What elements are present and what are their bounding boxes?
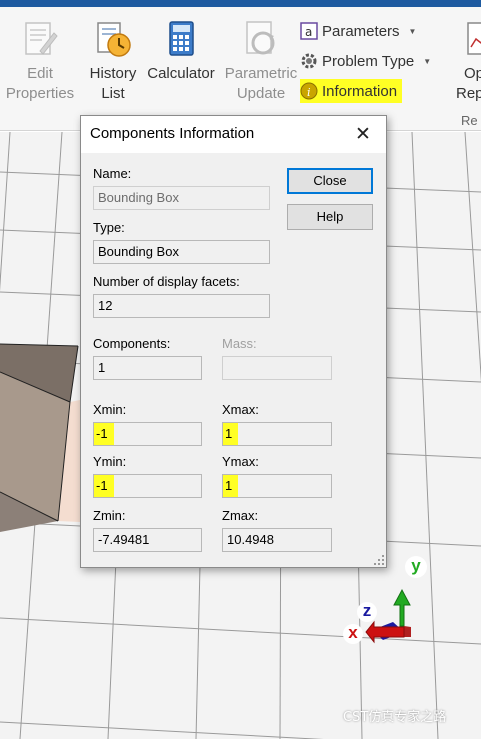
help-button[interactable]: Help [287,204,373,230]
zmin-label: Zmin: [93,508,126,523]
svg-text:i: i [307,86,311,99]
ymin-field: -1 [93,474,202,498]
dialog-title: Components Information [90,125,255,142]
information-label: Information [322,82,398,100]
edit-properties-button[interactable]: Edit Properties [4,19,76,104]
components-field: 1 [93,356,202,380]
ymax-label: Ymax: [222,454,259,469]
axis-x-label: x [343,624,363,644]
components-information-dialog: Components Information ✕ Close Help Name… [80,115,387,568]
xmin-label: Xmin: [93,402,127,417]
parametric-update-label: Parametric Update [224,65,298,102]
type-label: Type: [93,220,125,235]
name-label: Name: [93,166,132,181]
axis-z-label: z [357,602,377,622]
edit-properties-icon [20,19,60,59]
ymin-value: -1 [94,475,114,497]
parameters-icon: a [300,22,318,40]
history-list-icon [93,19,133,59]
parametric-update-button[interactable]: Parametric Update [224,19,298,104]
information-button[interactable]: i Information [300,79,403,103]
svg-text:a: a [305,25,312,39]
components-label: Components: [93,336,171,351]
facets-label: Number of display facets: [93,274,240,289]
problem-type-label: Problem Type [322,52,415,70]
watermark: CST仿真专家之路 [343,710,447,725]
xmin-field: -1 [93,422,202,446]
problem-type-menu[interactable]: Problem Type ▼ [300,49,431,73]
chevron-down-icon: ▼ [408,26,417,36]
type-field: Bounding Box [93,240,270,264]
chevron-down-icon: ▼ [423,56,432,66]
zmin-field: -7.49481 [93,528,202,552]
ymax-value: 1 [223,475,239,497]
dialog-title-bar[interactable]: Components Information ✕ [81,116,386,153]
report-label-rep: Rep [456,85,481,102]
xmax-label: Xmax: [222,402,259,417]
axis-y-label: y [405,556,427,578]
calculator-icon [161,19,201,59]
title-bar-strip [0,0,481,7]
zmax-field: 10.4948 [222,528,332,552]
ribbon-group-label: Re [461,113,478,128]
parametric-update-icon [241,19,281,59]
parameters-menu[interactable]: a Parameters ▼ [300,19,416,43]
ymax-field: 1 [222,474,332,498]
zmax-label: Zmax: [222,508,259,523]
report-icon [462,19,481,59]
report-label-op: Op [464,65,481,82]
parameters-label: Parameters [322,22,400,40]
report-button[interactable]: Op Rep [456,19,481,104]
name-field: Bounding Box [93,186,270,210]
gear-icon [300,52,318,70]
mass-label: Mass: [222,336,257,351]
xmax-value: 1 [223,423,239,445]
xmin-value: -1 [94,423,114,445]
edit-properties-label: Edit Properties [5,65,75,102]
resize-grip-icon[interactable] [374,555,384,565]
ribbon: Edit Properties History List Calculator … [0,7,481,131]
info-icon: i [300,82,318,100]
ymin-label: Ymin: [93,454,127,469]
close-icon[interactable]: ✕ [340,116,386,153]
calculator-button[interactable]: Calculator [145,19,217,84]
history-list-button[interactable]: History List [86,19,140,104]
mass-field [222,356,332,380]
close-button[interactable]: Close [287,168,373,194]
history-list-label: History List [89,65,137,102]
xmax-field: 1 [222,422,332,446]
calculator-label: Calculator [147,65,215,82]
facets-field: 12 [93,294,270,318]
